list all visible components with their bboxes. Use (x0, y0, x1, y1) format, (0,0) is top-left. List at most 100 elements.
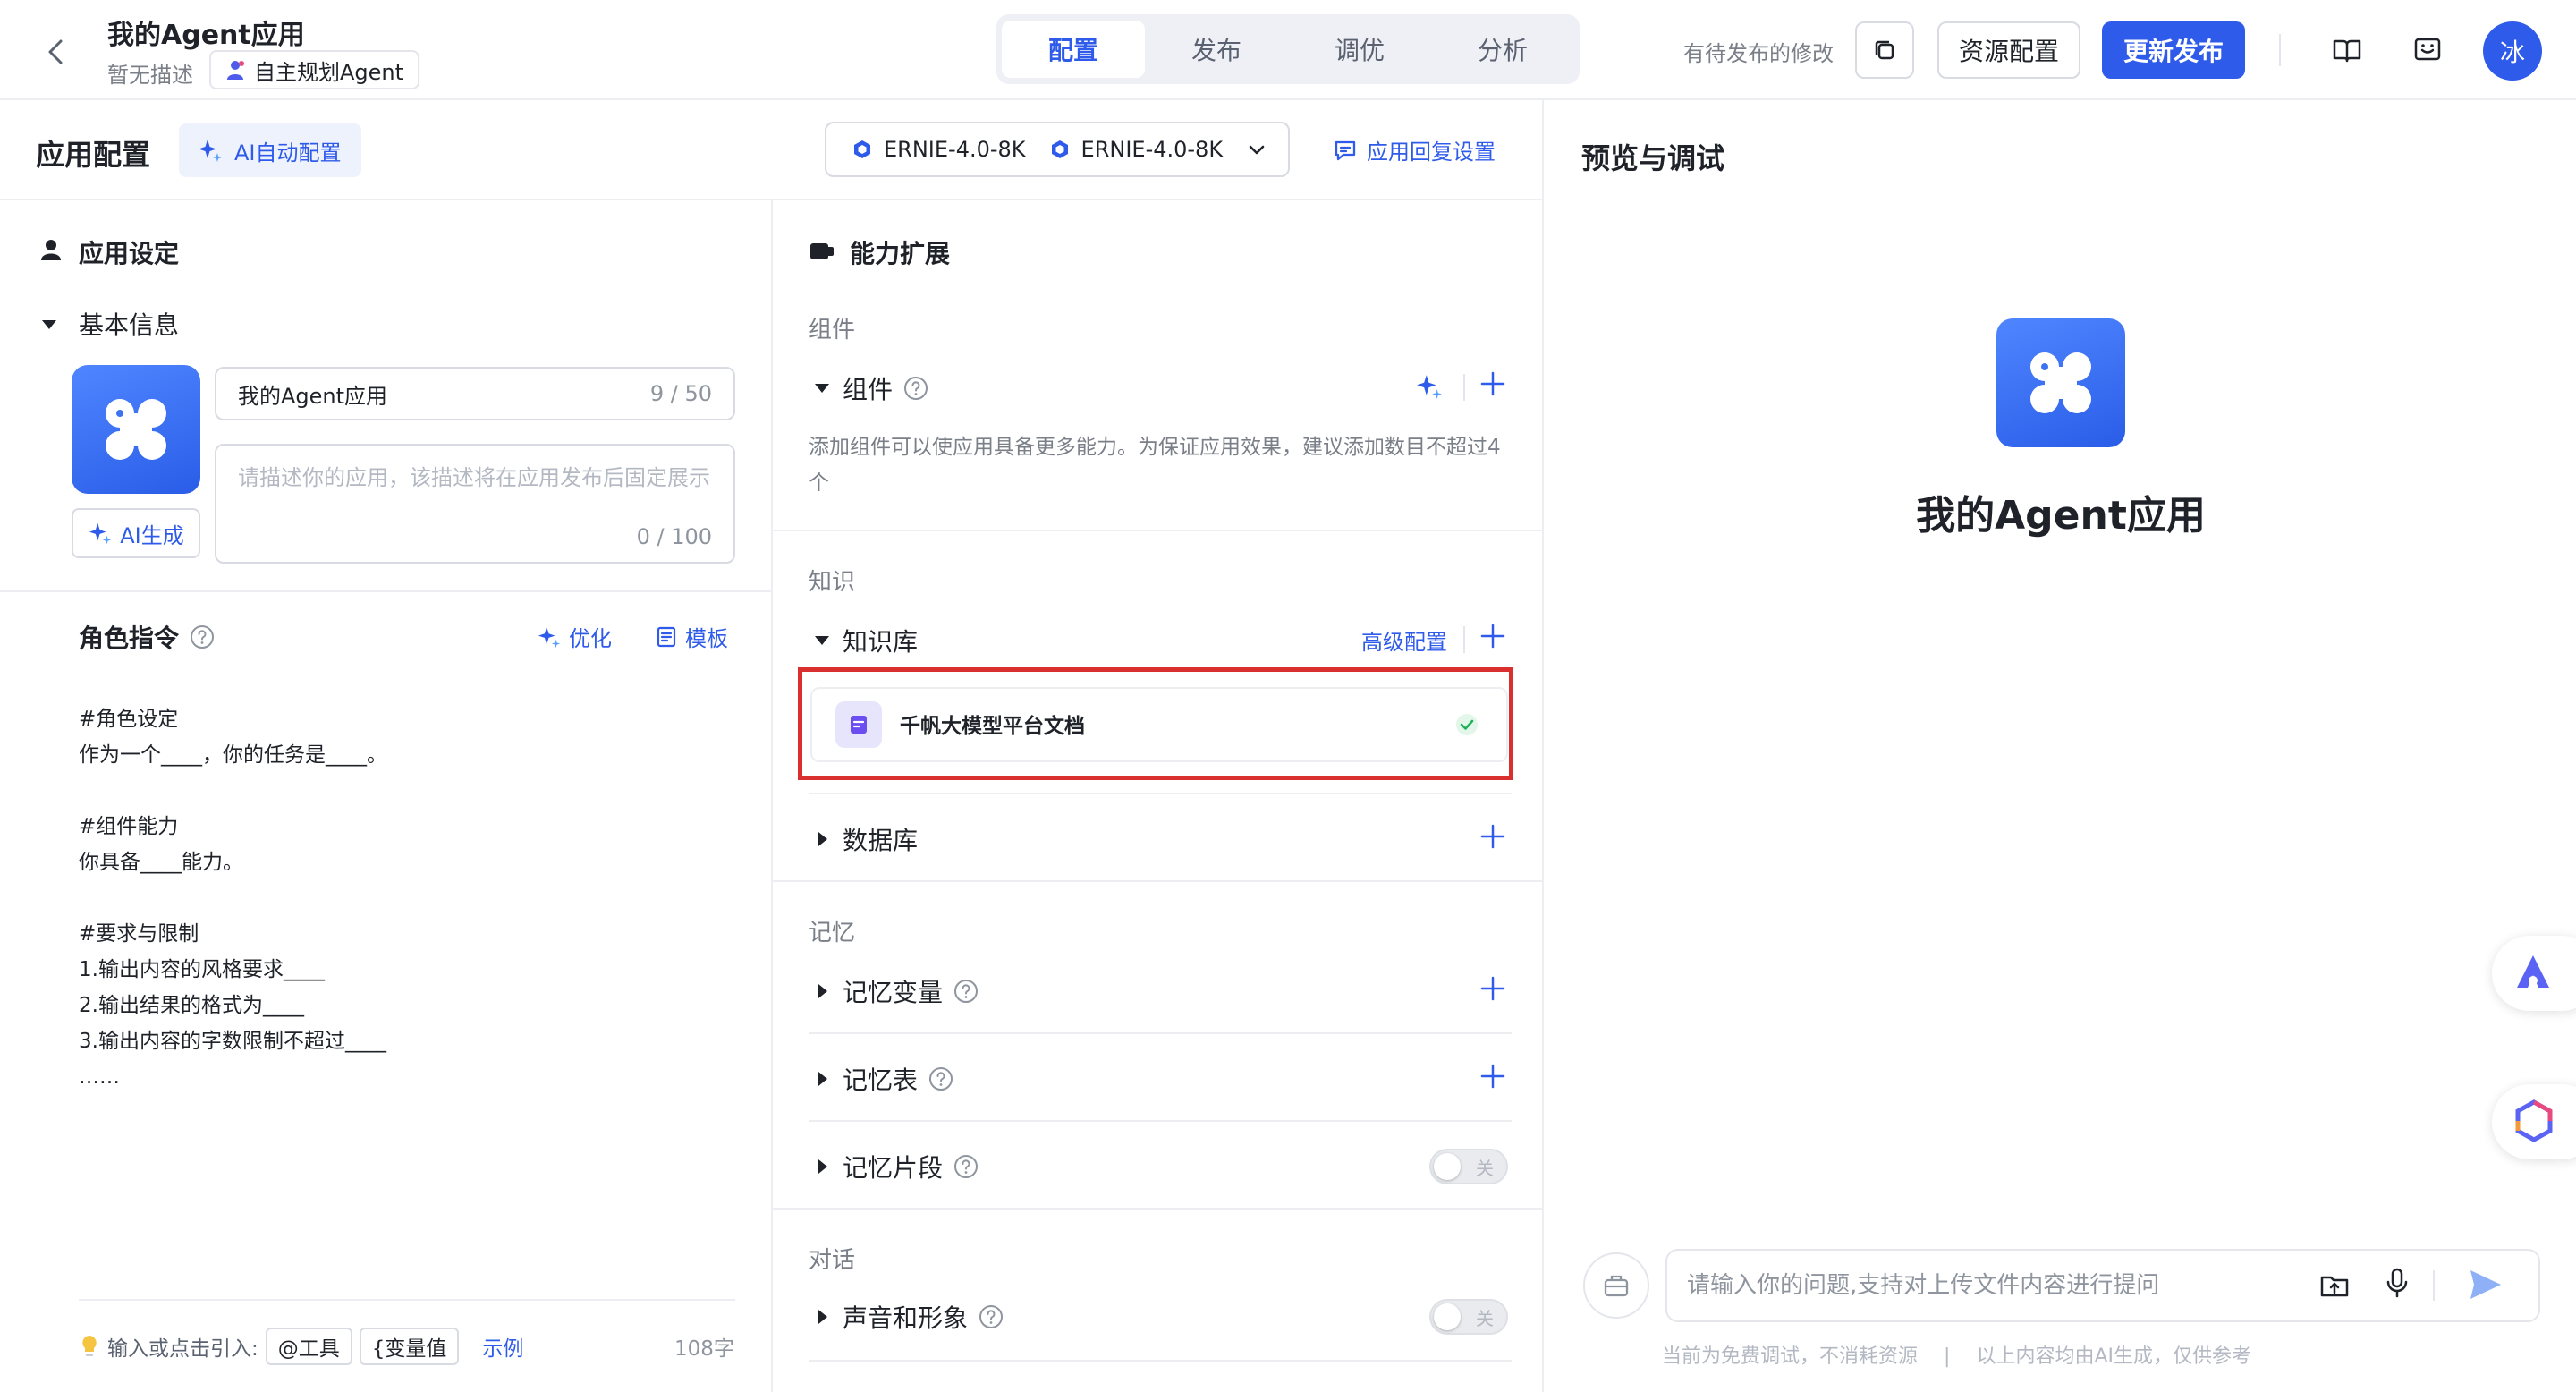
divider (1463, 626, 1465, 653)
role-instruction-label: 角色指令 (79, 624, 180, 653)
help-icon[interactable] (953, 979, 979, 1004)
pending-changes-text: 有待发布的修改 (1683, 41, 1834, 66)
database-row[interactable]: 数据库 (812, 821, 918, 857)
add-database-plus-icon[interactable] (1479, 823, 1506, 850)
section-divider (773, 880, 1542, 882)
tab-analysis[interactable]: 分析 (1431, 21, 1574, 78)
insert-variable-chip[interactable]: {变量值 (359, 1328, 460, 1365)
app-description: 暂无描述 (107, 63, 193, 88)
model-selector[interactable]: ERNIE-4.0-8K ERNIE-4.0-8K (825, 122, 1290, 177)
assistant-logo-icon (2512, 952, 2555, 995)
prompt-line: 1.输出内容的风格要求____ (79, 958, 325, 981)
basic-info-title[interactable]: 基本信息 (79, 306, 179, 342)
tab-config[interactable]: 配置 (1002, 21, 1145, 78)
app-switch-float-button[interactable] (2492, 1084, 2576, 1159)
preview-app-icon (1996, 318, 2125, 447)
update-publish-button[interactable]: 更新发布 (2102, 21, 2245, 79)
reply-settings-link[interactable]: 应用回复设置 (1333, 134, 1496, 166)
back-arrow-icon[interactable] (39, 34, 75, 70)
voice-avatar-title: 声音和形象 (843, 1303, 969, 1333)
prompt-line: 你具备____能力。 (79, 851, 243, 874)
copy-button[interactable] (1855, 21, 1914, 79)
optimize-button[interactable]: 优化 (537, 621, 612, 652)
caret-right-icon (812, 829, 832, 849)
chat-bubble-icon (1333, 138, 1358, 163)
help-icon[interactable] (190, 624, 215, 649)
caret-down-icon (812, 631, 832, 650)
upload-file-icon[interactable] (2317, 1267, 2352, 1303)
memory-group-label: 记忆 (809, 920, 856, 946)
components-row[interactable]: 组件 (812, 370, 928, 406)
app-icon[interactable] (72, 365, 200, 494)
add-component-plus-icon[interactable] (1479, 370, 1506, 397)
knowledge-base-row[interactable]: 知识库 (812, 623, 918, 658)
ai-generate-button[interactable]: AI生成 (72, 508, 200, 558)
memory-fragments-toggle[interactable]: 关 (1429, 1149, 1508, 1184)
ai-auto-config-button[interactable]: AI自动配置 (179, 123, 361, 177)
tab-tuning[interactable]: 调优 (1288, 21, 1431, 78)
add-memory-variable-plus-icon[interactable] (1479, 975, 1506, 1002)
capability-extension-title: 能力扩展 (850, 239, 951, 268)
insert-hint-text: 输入或点击引入: (107, 1337, 258, 1361)
app-name-input[interactable]: 我的Agent应用 9 / 50 (215, 367, 735, 420)
caret-right-icon (812, 1157, 832, 1176)
template-button[interactable]: 模板 (655, 621, 728, 652)
app-title: 我的Agent应用 (107, 20, 305, 51)
agent-type-label: 自主规划Agent (254, 59, 404, 85)
agent-icon (224, 58, 247, 81)
ai-generated-note: 以上内容均由AI生成，仅供参考 (1976, 1345, 2251, 1368)
tab-publish[interactable]: 发布 (1145, 21, 1288, 78)
row-divider (809, 1360, 1512, 1362)
example-link[interactable]: 示例 (482, 1331, 523, 1362)
memory-fragments-row[interactable]: 记忆片段 (812, 1149, 979, 1184)
insert-tool-chip[interactable]: @工具 (265, 1328, 352, 1365)
prompt-line (79, 880, 741, 916)
database-title: 数据库 (843, 826, 919, 855)
advanced-config-link[interactable]: 高级配置 (1361, 624, 1447, 656)
help-icon[interactable] (928, 1066, 953, 1091)
free-debug-note: 当前为免费调试，不消耗资源 (1662, 1345, 1919, 1368)
docs-book-icon[interactable] (2329, 32, 2365, 68)
send-icon[interactable] (2465, 1265, 2504, 1304)
components-description: 添加组件可以使应用具备更多能力。为保证应用效果，建议添加数目不超过4个 (809, 436, 1501, 495)
prompt-line: …… (79, 1065, 120, 1089)
optimize-label: 优化 (569, 626, 612, 651)
memory-variables-row[interactable]: 记忆变量 (812, 973, 979, 1009)
prompt-line: 作为一个____，你的任务是____。 (79, 743, 387, 767)
user-avatar[interactable]: 冰 (2483, 21, 2542, 81)
components-group-label: 组件 (809, 317, 856, 344)
assistant-float-button[interactable] (2492, 936, 2576, 1011)
section-divider (0, 590, 771, 592)
debug-footer-note: 当前为免费调试，不消耗资源 | 以上内容均由AI生成，仅供参考 (1662, 1340, 2251, 1369)
components-title: 组件 (843, 375, 894, 404)
add-memory-table-plus-icon[interactable] (1479, 1063, 1506, 1090)
microphone-icon[interactable] (2379, 1265, 2415, 1301)
voice-avatar-row[interactable]: 声音和形象 (812, 1299, 1004, 1335)
app-description-input[interactable]: 请描述你的应用，该描述将在应用发布后固定展示 0 / 100 (215, 444, 735, 564)
config-title: 应用配置 (36, 138, 151, 172)
add-knowledge-plus-icon[interactable] (1479, 623, 1506, 649)
ai-generate-label: AI生成 (120, 522, 184, 548)
prompt-line: #角色设定 (79, 708, 179, 731)
prompt-line: #组件能力 (79, 815, 179, 838)
toolbox-button[interactable] (1583, 1252, 1649, 1319)
caret-down-icon (812, 378, 832, 398)
memory-table-row[interactable]: 记忆表 (812, 1061, 953, 1097)
header-divider (2279, 34, 2281, 66)
model-cube-icon (852, 139, 873, 160)
section-divider (773, 1208, 1542, 1210)
help-icon[interactable] (979, 1304, 1004, 1329)
highlight-box (798, 667, 1513, 780)
role-prompt-editor[interactable]: #角色设定 作为一个____，你的任务是____。 #组件能力 你具备____能… (79, 701, 741, 1095)
dialog-group-label: 对话 (809, 1247, 856, 1274)
help-icon[interactable] (903, 376, 928, 401)
resource-config-button[interactable]: 资源配置 (1937, 21, 2080, 79)
toggle-off-label: 关 (1476, 1308, 1494, 1329)
feedback-icon[interactable] (2410, 32, 2445, 68)
voice-avatar-toggle[interactable]: 关 (1429, 1299, 1508, 1335)
knowledge-base-title: 知识库 (843, 627, 919, 657)
caret-down-icon[interactable] (39, 315, 59, 335)
sparkle-icon[interactable] (1415, 372, 1444, 401)
memory-fragments-title: 记忆片段 (843, 1153, 944, 1183)
help-icon[interactable] (953, 1154, 979, 1179)
